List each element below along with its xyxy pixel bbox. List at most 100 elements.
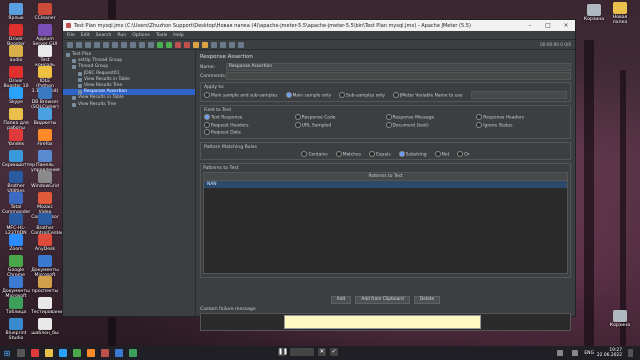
desktop-shortcut[interactable]: AnyDesk	[31, 234, 59, 252]
desktop-shortcut[interactable]: Test консоль	[31, 45, 59, 68]
word-taskbar-icon[interactable]	[115, 349, 123, 357]
radio-button[interactable]	[385, 121, 392, 128]
firefox-taskbar-icon[interactable]	[87, 349, 95, 357]
field-to-test-option[interactable]: URL Sampled	[294, 121, 386, 128]
radio-button[interactable]	[294, 121, 301, 128]
pattern-rule-option[interactable]: Or	[457, 150, 470, 157]
radio-button[interactable]	[204, 91, 210, 98]
excel-taskbar-icon[interactable]	[129, 349, 137, 357]
desktop-shortcut[interactable]: шаблон_бы	[31, 318, 59, 336]
confirm-icon[interactable]: ✓	[330, 348, 338, 356]
network-icon[interactable]	[557, 350, 564, 356]
pattern-rule-option[interactable]: Contains	[301, 150, 328, 157]
desktop-shortcut[interactable]: Корзина	[580, 4, 608, 22]
field-to-test-option[interactable]: Text Response	[204, 114, 295, 121]
add-from-clipboard-button[interactable]: Add from Clipboard	[355, 296, 410, 304]
desktop-shortcut[interactable]: Zoom	[2, 234, 30, 252]
desktop-shortcut[interactable]: Brother ControlCenter	[31, 213, 63, 236]
desktop-shortcut[interactable]: Total Commander	[2, 192, 30, 215]
cancel-icon[interactable]: ✕	[318, 348, 326, 356]
radio-button[interactable]	[434, 150, 441, 157]
apply-to-option[interactable]: Sub-samples only	[339, 91, 385, 98]
pattern-rule-option[interactable]: Substring	[398, 150, 427, 157]
radio-button[interactable]	[369, 150, 376, 157]
menu-help[interactable]: Help	[173, 33, 183, 38]
menu-options[interactable]: Options	[132, 33, 150, 38]
desktop-shortcut[interactable]: Yandex	[2, 129, 30, 147]
desktop-shortcut[interactable]: Виджеты	[31, 108, 59, 126]
new-icon[interactable]	[67, 41, 73, 48]
start-no-pauses-icon[interactable]	[166, 41, 172, 48]
paste-icon[interactable]	[121, 41, 127, 48]
minimize-button[interactable]: –	[521, 22, 539, 29]
clear-all-icon[interactable]	[202, 41, 208, 48]
toggle-icon[interactable]	[148, 41, 154, 48]
radio-button[interactable]	[476, 121, 483, 128]
jmeter-taskbar-icon[interactable]	[101, 349, 109, 357]
field-to-test-option[interactable]: Document (text)	[385, 121, 477, 128]
custom-failure-field[interactable]	[200, 313, 571, 331]
add-button[interactable]: Add	[330, 296, 352, 304]
desktop-shortcut[interactable]: Driver Booster 10	[2, 66, 30, 89]
menu-file[interactable]: File	[67, 33, 75, 38]
desktop-shortcut[interactable]: Новая папка	[606, 2, 634, 25]
templates-icon[interactable]	[76, 41, 82, 48]
name-field[interactable]: Response Assertion	[226, 63, 571, 71]
desktop-shortcut[interactable]: WindowGrid	[31, 171, 59, 189]
explorer-taskbar-icon[interactable]	[45, 349, 53, 357]
desktop-shortcut[interactable]: Brother Utilities	[2, 171, 30, 194]
desktop-shortcut[interactable]: Скриншоттер	[2, 150, 35, 168]
apply-to-option[interactable]: Main sample only	[285, 91, 331, 98]
pattern-rule-option[interactable]: Equals	[369, 150, 391, 157]
desktop-shortcut[interactable]: Driver Booster	[2, 24, 30, 47]
field-to-test-option[interactable]: Response Message	[385, 114, 477, 121]
desktop-shortcut[interactable]: проспекты	[31, 276, 59, 294]
desktop-shortcut[interactable]: Панель управления	[31, 150, 60, 173]
cut-icon[interactable]	[103, 41, 109, 48]
radio-button[interactable]	[476, 114, 483, 120]
stop-icon[interactable]	[175, 41, 181, 48]
desktop-shortcut[interactable]: DB Browser (SQLCipher)	[31, 87, 59, 110]
radio-button[interactable]	[457, 150, 464, 157]
delete-button[interactable]: Delete	[413, 296, 441, 304]
radio-button[interactable]	[204, 129, 210, 135]
desktop-shortcut[interactable]: Google Chrome	[2, 255, 30, 278]
tree-node[interactable]: View Results Tree	[63, 102, 195, 108]
radio-button[interactable]	[294, 114, 301, 120]
menu-tools[interactable]: Tools	[156, 33, 167, 38]
language-indicator[interactable]: ENG	[584, 351, 593, 356]
desktop-shortcut[interactable]: Таблица	[2, 297, 30, 315]
radio-button[interactable]	[339, 91, 346, 98]
radio-button[interactable]	[204, 114, 210, 120]
apply-to-option[interactable]: Main sample and sub-samples	[204, 91, 278, 98]
maximize-button[interactable]: □	[539, 22, 557, 29]
field-to-test-option[interactable]: Request Headers	[204, 121, 295, 128]
start-icon[interactable]	[157, 41, 163, 48]
field-to-test-option[interactable]: Response Code	[294, 114, 386, 121]
desktop-shortcut[interactable]: Appium Server GUI	[31, 24, 59, 47]
field-to-test-option[interactable]: Response Headers	[476, 114, 567, 121]
radio-button[interactable]	[301, 150, 308, 157]
desktop-shortcut[interactable]: CCleaner	[31, 3, 59, 21]
volume-icon[interactable]	[572, 350, 579, 356]
clock[interactable]: 19:27 22.06.2022	[597, 348, 622, 358]
desktop-shortcut[interactable]: Тестирование	[31, 297, 65, 315]
close-button[interactable]: ×	[557, 22, 575, 29]
comments-field[interactable]	[226, 72, 571, 80]
notifications-icon[interactable]	[628, 349, 633, 357]
desktop-shortcut[interactable]: MFC-HL-L2370DN	[2, 213, 30, 236]
open-icon[interactable]	[85, 41, 91, 48]
radio-button[interactable]	[285, 91, 292, 98]
start-windows-icon[interactable]: ⊞	[0, 346, 14, 360]
field-to-test-option[interactable]: Request Data	[204, 129, 295, 136]
menu-edit[interactable]: Edit	[81, 33, 90, 38]
pattern-rule-option[interactable]: Not	[434, 150, 449, 157]
desktop-shortcut[interactable]: Папка для работы	[2, 108, 30, 131]
chrome-taskbar-icon[interactable]	[73, 349, 81, 357]
desktop-shortcut[interactable]: Корзина	[606, 310, 634, 328]
skype-taskbar-icon[interactable]	[59, 349, 67, 357]
menu-run[interactable]: Run	[117, 33, 126, 38]
desktop-shortcut[interactable]: Skype	[2, 87, 30, 105]
clear-icon[interactable]	[193, 41, 199, 48]
radio-button[interactable]	[398, 150, 405, 157]
